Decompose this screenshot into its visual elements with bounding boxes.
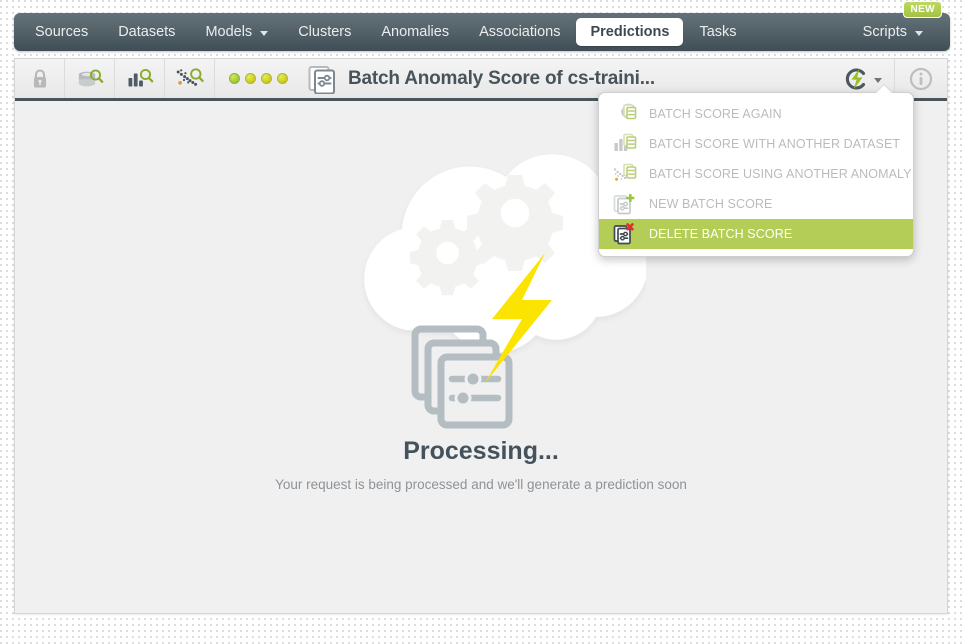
- gear-small: [409, 220, 486, 296]
- status-dot: [277, 73, 288, 84]
- cloud-gears-lightning-processing-illustration: [364, 154, 646, 429]
- nav-item-models[interactable]: Models: [191, 18, 282, 46]
- nav-label: Sources: [35, 24, 89, 40]
- menu-item-new-batch-score[interactable]: NEW BATCH SCORE: [599, 189, 913, 219]
- nav-item-scripts[interactable]: Scripts: [849, 18, 937, 46]
- status-heading: Processing...: [403, 437, 559, 465]
- nav-label: Models: [205, 24, 253, 40]
- menu-item-batch-score-using-another-anomaly[interactable]: BATCH SCORE USING ANOTHER ANOMALY: [599, 159, 913, 189]
- nav-label: Scripts: [862, 24, 907, 40]
- lock-icon: [33, 68, 46, 87]
- chevron-down-icon: [260, 30, 269, 36]
- status-dot: [229, 73, 240, 84]
- new-batch-score-icon: [612, 192, 638, 216]
- menu-item-batch-score-again[interactable]: BATCH SCORE AGAIN: [599, 99, 913, 129]
- menu-item-batch-score-with-another-dataset[interactable]: BATCH SCORE WITH ANOTHER DATASET: [599, 129, 913, 159]
- model-search-icon: [128, 68, 153, 86]
- delete-batch-score-icon: [612, 222, 638, 246]
- nav-item-clusters[interactable]: Clusters: [284, 18, 365, 46]
- model-button[interactable]: [115, 59, 165, 98]
- menu-item-label: BATCH SCORE USING ANOTHER ANOMALY: [649, 167, 912, 181]
- menu-item-delete-batch-score[interactable]: DELETE BATCH SCORE: [599, 219, 913, 249]
- nav-item-anomalies[interactable]: Anomalies: [367, 18, 463, 46]
- new-badge: NEW: [903, 1, 942, 18]
- nav-label: Tasks: [699, 24, 737, 40]
- batch-anomaly-score-icon: [845, 67, 866, 90]
- nav-label: Anomalies: [381, 24, 450, 40]
- menu-pointer-notch: [875, 85, 893, 94]
- slider-knob: [464, 370, 482, 388]
- nav-item-tasks[interactable]: Tasks: [685, 18, 750, 46]
- lock-button[interactable]: [15, 59, 65, 98]
- nav-label: Datasets: [118, 24, 176, 40]
- nav-right-group: Scripts NEW: [848, 1, 944, 46]
- nav-label: Associations: [479, 24, 561, 40]
- anomaly-search-icon: [176, 67, 204, 86]
- status-dot: [261, 73, 272, 84]
- page-title: Batch Anomaly Score of cs-traini...: [348, 67, 655, 89]
- nav-label: Predictions: [590, 24, 670, 40]
- main-navbar: Sources Datasets Models Clusters Anomali…: [14, 1, 950, 51]
- nav-item-associations[interactable]: Associations: [465, 18, 574, 46]
- nav-item-predictions[interactable]: Predictions: [576, 18, 684, 46]
- status-subheading: Your request is being processed and we'l…: [275, 477, 687, 492]
- anomaly-button[interactable]: [165, 59, 215, 98]
- batch-score-icon: [308, 65, 336, 94]
- chevron-down-icon: [874, 78, 882, 83]
- menu-item-label: BATCH SCORE AGAIN: [649, 107, 782, 121]
- menu-item-label: BATCH SCORE WITH ANOTHER DATASET: [649, 137, 901, 151]
- slider-knob: [454, 389, 472, 407]
- nav-item-datasets[interactable]: Datasets: [104, 18, 189, 46]
- nav-label: Clusters: [298, 24, 352, 40]
- refresh-batch-score-icon: [612, 102, 638, 126]
- info-icon: [909, 67, 933, 90]
- status-dot: [245, 73, 256, 84]
- menu-item-label: DELETE BATCH SCORE: [649, 227, 793, 241]
- anomaly-batch-score-icon: [612, 162, 638, 186]
- batch-score-actions-menu: BATCH SCORE AGAIN BATCH SCORE WITH ANOTH…: [598, 92, 914, 257]
- status-dots[interactable]: [215, 59, 302, 98]
- menu-item-label: NEW BATCH SCORE: [649, 197, 773, 211]
- dataset-button[interactable]: [65, 59, 115, 98]
- chevron-down-icon: [915, 30, 923, 36]
- nav-item-sources[interactable]: Sources: [21, 18, 102, 46]
- dataset-batch-score-icon: [612, 132, 638, 156]
- dataset-search-icon: [78, 68, 103, 86]
